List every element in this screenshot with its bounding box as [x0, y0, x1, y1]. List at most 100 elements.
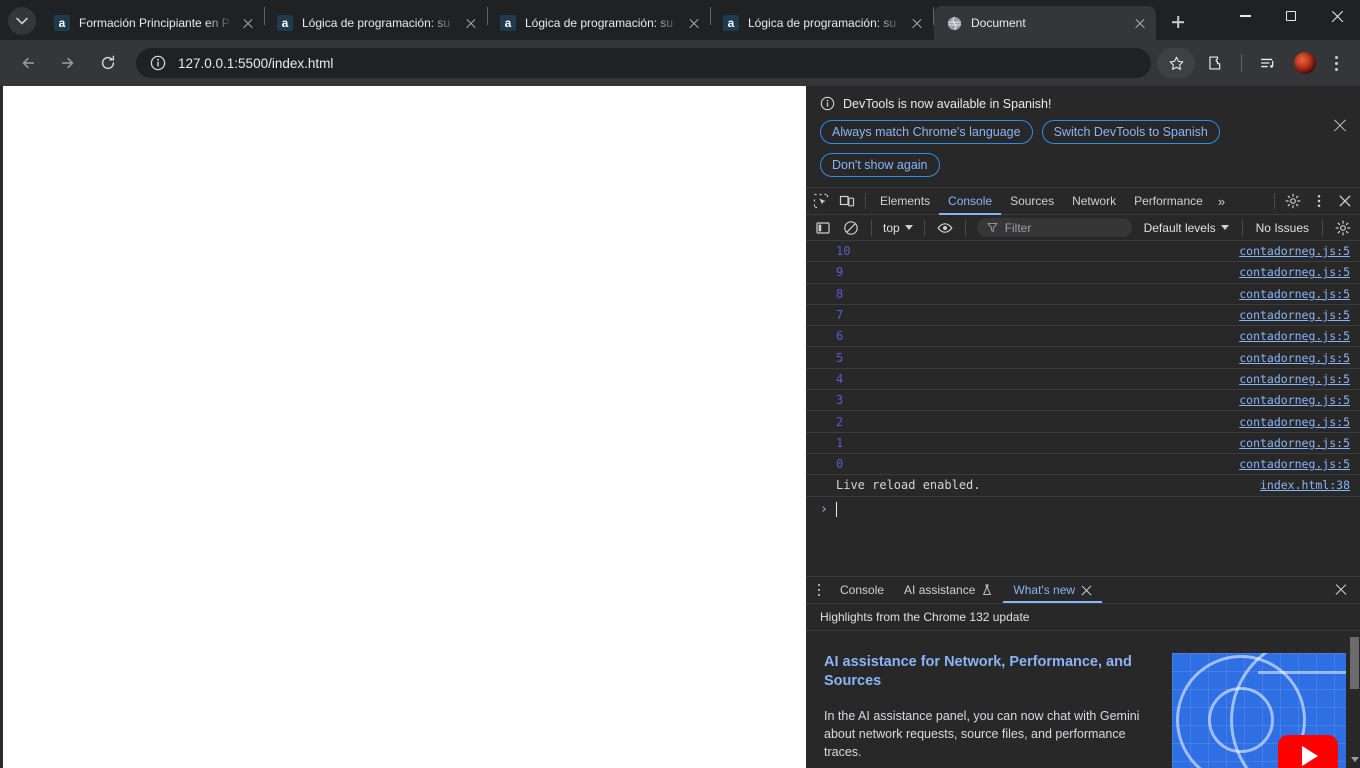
devtools-menu-icon[interactable] — [1306, 189, 1332, 213]
settings-gear-icon[interactable] — [1280, 189, 1306, 213]
log-source-link[interactable]: contadorneg.js:5 — [1239, 244, 1350, 258]
log-source-link[interactable]: contadorneg.js:5 — [1239, 415, 1350, 429]
browser-tab-3[interactable]: a Lógica de programación: su — [488, 6, 710, 40]
bookmark-button[interactable] — [1157, 48, 1195, 78]
log-value: 1 — [836, 435, 844, 450]
scrollbar-thumb[interactable] — [1350, 637, 1359, 689]
table-row[interactable]: 10 contadorneg.js:5 — [806, 241, 1360, 263]
log-source-link[interactable]: contadorneg.js:5 — [1239, 287, 1350, 301]
console-settings-gear-icon[interactable] — [1330, 216, 1356, 240]
close-drawer-icon[interactable] — [1330, 579, 1352, 601]
browser-tab-2[interactable]: a Lógica de programación: su — [265, 6, 487, 40]
table-row[interactable]: 3 contadorneg.js:5 — [806, 390, 1360, 412]
close-icon[interactable] — [463, 15, 479, 31]
log-source-link[interactable]: contadorneg.js:5 — [1239, 351, 1350, 365]
console-message-list[interactable]: 10 contadorneg.js:5 9 contadorneg.js:5 8… — [806, 241, 1360, 576]
flask-icon — [983, 584, 992, 595]
close-icon[interactable] — [240, 15, 256, 31]
clear-console-icon[interactable] — [838, 216, 864, 240]
log-source-link[interactable]: contadorneg.js:5 — [1239, 329, 1350, 343]
banner-actions: Always match Chrome's language Switch De… — [820, 120, 1346, 177]
console-context-selector[interactable]: top — [879, 221, 917, 235]
whats-new-article-title[interactable]: AI assistance for Network, Performance, … — [824, 653, 1156, 691]
log-source-link[interactable]: contadorneg.js:5 — [1239, 265, 1350, 279]
tab-sources[interactable]: Sources — [1001, 188, 1063, 215]
devtools-tabbar: Elements Console Sources Network Perform… — [806, 187, 1360, 215]
log-source-link[interactable]: contadorneg.js:5 — [1239, 393, 1350, 407]
table-row[interactable]: 6 contadorneg.js:5 — [806, 326, 1360, 348]
drawer-menu-icon[interactable] — [808, 579, 830, 601]
live-expression-icon[interactable] — [932, 216, 958, 240]
tab-console[interactable]: Console — [939, 188, 1001, 215]
devtools-drawer: Console AI assistance What's new Highlig… — [806, 576, 1360, 768]
console-sidebar-icon[interactable] — [810, 216, 836, 240]
table-row[interactable]: 7 contadorneg.js:5 — [806, 305, 1360, 327]
close-icon[interactable] — [686, 15, 702, 31]
tab-performance[interactable]: Performance — [1125, 188, 1212, 215]
table-row[interactable]: 9 contadorneg.js:5 — [806, 262, 1360, 284]
youtube-play-icon[interactable] — [1278, 735, 1338, 768]
minimize-button[interactable] — [1222, 0, 1268, 32]
forward-button[interactable] — [52, 47, 84, 79]
drawer-tab-ai-assistance[interactable]: AI assistance — [894, 577, 1003, 603]
browser-tab-1[interactable]: a Formación Principiante en P — [42, 6, 264, 40]
tab-elements[interactable]: Elements — [871, 188, 939, 215]
page-scrollbar-thumb[interactable] — [0, 404, 3, 444]
drawer-tab-whats-new[interactable]: What's new — [1003, 577, 1102, 603]
device-toolbar-icon[interactable] — [834, 189, 860, 213]
avatar[interactable] — [1294, 52, 1316, 74]
close-window-button[interactable] — [1314, 0, 1360, 32]
close-icon[interactable] — [1132, 15, 1148, 31]
log-source-link[interactable]: contadorneg.js:5 — [1239, 436, 1350, 450]
media-control-button[interactable] — [1252, 47, 1284, 79]
scroll-down-arrow-icon[interactable] — [1351, 757, 1359, 762]
log-source-link[interactable]: index.html:38 — [1260, 478, 1350, 492]
web-page-content[interactable] — [0, 86, 806, 768]
more-tabs-icon[interactable]: » — [1212, 194, 1230, 209]
log-source-link[interactable]: contadorneg.js:5 — [1239, 372, 1350, 386]
table-row[interactable]: 5 contadorneg.js:5 — [806, 347, 1360, 369]
table-row[interactable]: 2 contadorneg.js:5 — [806, 411, 1360, 433]
log-value: 6 — [836, 329, 844, 344]
inspect-element-icon[interactable] — [808, 189, 834, 213]
back-button[interactable] — [12, 47, 44, 79]
address-bar[interactable]: 127.0.0.1:5500/index.html — [136, 48, 1151, 78]
drawer-tab-label: AI assistance — [904, 583, 976, 597]
log-source-link[interactable]: contadorneg.js:5 — [1239, 457, 1350, 471]
browser-tab-4[interactable]: a Lógica de programación: su — [711, 6, 933, 40]
tab-network[interactable]: Network — [1063, 188, 1125, 215]
console-levels-selector[interactable]: Default levels — [1138, 221, 1235, 235]
alura-icon: a — [500, 15, 516, 31]
close-devtools-icon[interactable] — [1332, 189, 1358, 213]
extensions-button[interactable] — [1199, 47, 1231, 79]
table-row[interactable]: 4 contadorneg.js:5 — [806, 369, 1360, 391]
table-row[interactable]: Live reload enabled. index.html:38 — [806, 475, 1360, 497]
log-source-link[interactable]: contadorneg.js:5 — [1239, 308, 1350, 322]
table-row[interactable]: 1 contadorneg.js:5 — [806, 433, 1360, 454]
whats-new-scrollbar[interactable] — [1349, 631, 1360, 768]
browser-tab-5-active[interactable]: Document — [934, 6, 1156, 40]
dont-show-again-button[interactable]: Don't show again — [820, 153, 940, 177]
switch-devtools-language-button[interactable]: Switch DevTools to Spanish — [1041, 120, 1220, 144]
close-banner-icon[interactable] — [1332, 118, 1348, 134]
whats-new-video-thumbnail[interactable] — [1172, 653, 1346, 768]
always-match-language-button[interactable]: Always match Chrome's language — [820, 120, 1033, 144]
console-toolbar-separator-3 — [964, 219, 966, 236]
issues-status[interactable]: No Issues — [1250, 221, 1315, 235]
log-value: 10 — [836, 244, 851, 259]
maximize-button[interactable] — [1268, 0, 1314, 32]
drawer-tab-console[interactable]: Console — [830, 577, 894, 603]
table-row[interactable]: 0 contadorneg.js:5 — [806, 454, 1360, 476]
log-value: 2 — [836, 414, 844, 429]
console-filter-input[interactable]: Filter — [976, 218, 1132, 237]
tab-search-button[interactable] — [8, 7, 36, 35]
whats-new-article-body: In the AI assistance panel, you can now … — [824, 709, 1140, 759]
console-prompt[interactable]: › — [806, 497, 1360, 523]
browser-menu-button[interactable] — [1322, 49, 1350, 77]
info-circle-icon[interactable] — [150, 55, 166, 71]
new-tab-button[interactable] — [1164, 8, 1192, 36]
reload-button[interactable] — [92, 47, 124, 79]
close-icon[interactable] — [1081, 585, 1092, 596]
table-row[interactable]: 8 contadorneg.js:5 — [806, 284, 1360, 305]
close-icon[interactable] — [909, 15, 925, 31]
